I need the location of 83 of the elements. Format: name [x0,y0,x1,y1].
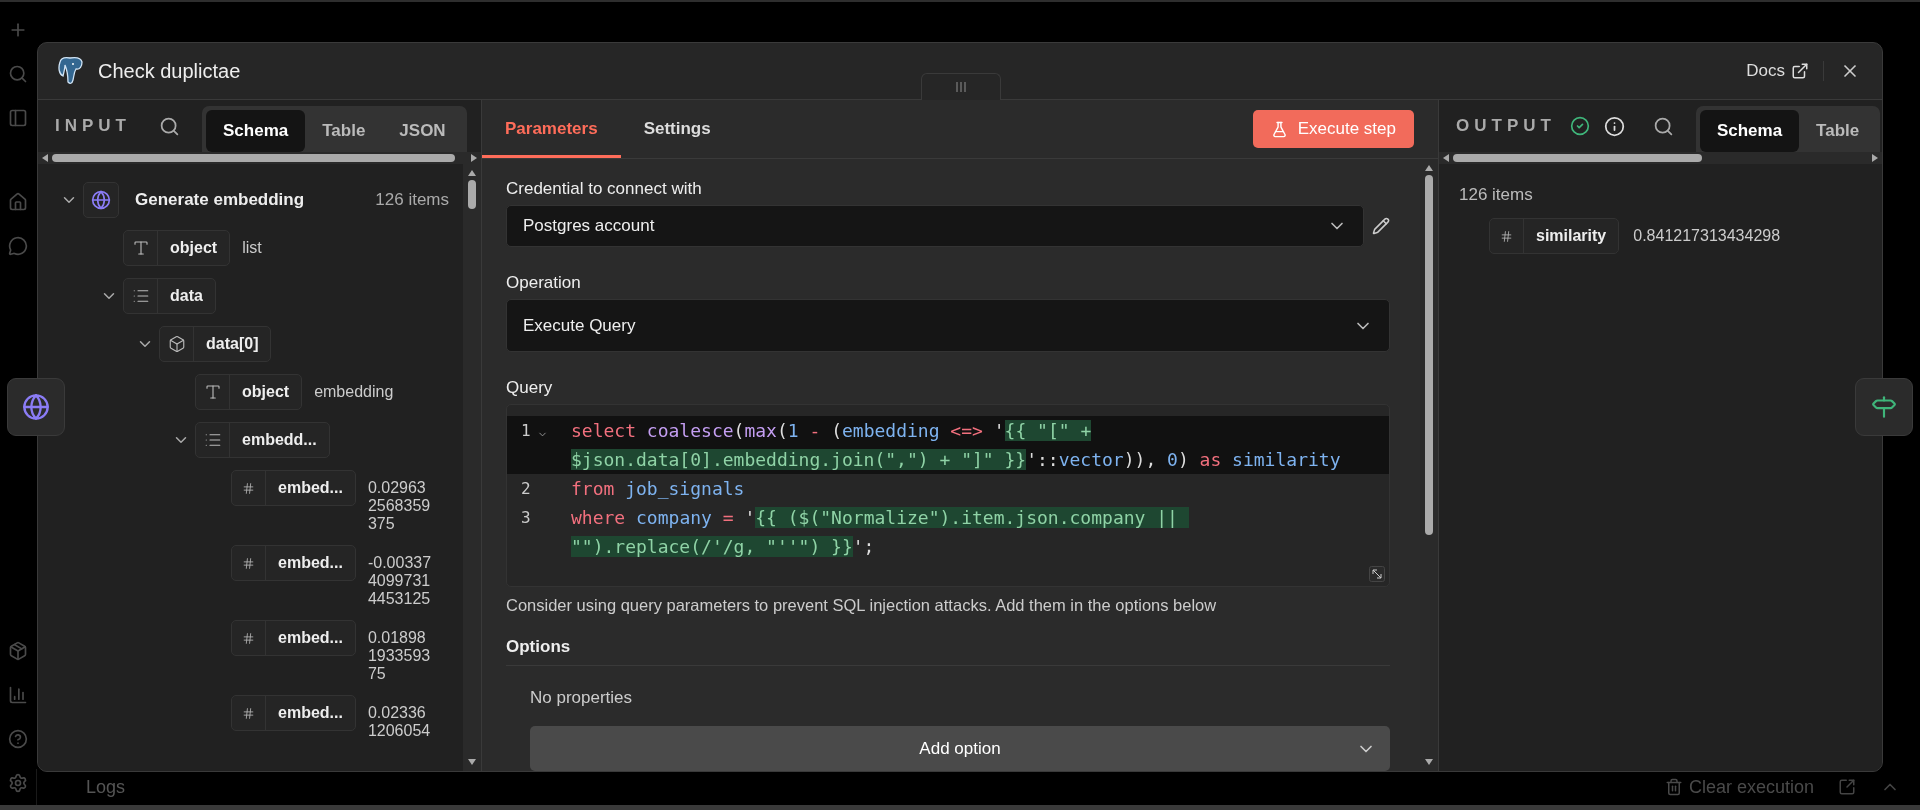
view-tab[interactable]: JSON [382,110,463,152]
logs-label: Logs [86,776,127,798]
line-number: 2 [521,478,531,500]
field-pill[interactable]: object [123,230,231,266]
line-number: 1 [521,420,531,442]
view-tab[interactable]: Schema [206,110,306,152]
item-count: 126 items [375,189,449,211]
field-label: Query [506,377,554,399]
hint-text: Consider using query parameters to prevent SQL injection attacks. Add them in the options below [506,595,1218,616]
list-icon [131,287,150,305]
settings-tab[interactable]: Settings [620,100,734,158]
field-pill[interactable]: data [123,278,216,314]
field-name: embed... [277,553,344,573]
field-name: data[0] [205,334,260,354]
field-name: embed... [277,478,344,498]
code-editor[interactable] [506,404,1390,587]
field-name: data [169,286,204,306]
docs-link[interactable]: Docs [1746,61,1824,81]
view-tab[interactable]: Table [1799,110,1877,152]
item-count: 126 items [1459,184,1534,206]
field-pill[interactable]: embedd... [195,422,330,458]
globe-icon [91,190,111,210]
edit-icon[interactable] [1372,217,1390,235]
field-value: 0.023361206054 [367,703,432,740]
panel-heading: OUTPUT [1456,116,1556,136]
field-pill[interactable]: embed... [231,695,356,731]
view-tab[interactable]: Table [305,110,383,152]
field-pill[interactable]: embed... [231,620,356,656]
field-name: embedd... [241,430,318,450]
external-link-icon [1791,62,1809,80]
hash-icon [1500,229,1513,243]
globe-icon [22,393,50,421]
info-icon[interactable] [1603,115,1625,137]
field-pill[interactable]: embed... [231,545,356,581]
settings-tab[interactable]: Parameters [482,100,621,158]
flask-icon [1270,120,1288,138]
field-name: similarity [1535,226,1608,246]
panel-heading: INPUT [55,116,131,136]
dialog-title: Check duplictae [98,59,242,83]
field-pill[interactable]: object [195,374,303,410]
field-label: Operation [506,272,582,294]
globe-node-button[interactable] [7,378,65,436]
field-value: -0.0033740997314453125 [367,553,432,608]
field-name: embed... [277,703,344,723]
field-pill[interactable]: embed... [231,470,356,506]
section-heading: Options [506,636,1390,666]
field-value: embedding [314,382,394,402]
field-value: 0.029632568359375 [367,478,432,533]
field-value: 0.01898193359375 [367,628,432,683]
hash-icon [242,481,255,495]
field-value: list [242,238,262,258]
line-number: 3 [521,507,531,529]
field-name: embed... [277,628,344,648]
signpost-icon [1871,394,1897,420]
add-option-button[interactable]: Add option [530,726,1390,771]
field-name: object [241,382,291,402]
trash-icon [1664,778,1683,796]
grip-icon [955,81,967,93]
code-line: from job_signals [571,477,745,501]
field-name: object [169,238,219,258]
view-tab[interactable]: Schema [1699,110,1800,152]
hash-icon [242,631,255,645]
field-pill[interactable]: data[0] [159,326,272,362]
field-label: Credential to connect with [506,178,703,200]
field-pill[interactable]: similarity [1489,218,1620,254]
hash-icon [242,556,255,570]
resize-icon[interactable] [1369,566,1385,582]
cube-icon [167,335,186,353]
credential-select[interactable]: Postgres account [506,205,1364,247]
code-line: where company = '{{ ($("Normalize").item.json.company || "").replace(/'/g, "''") }}'; [571,503,1189,561]
list-icon [203,431,222,449]
elephant-icon [56,56,84,86]
text-type-icon [203,383,222,401]
operation-select[interactable]: Execute Query [506,299,1390,352]
drag-handle[interactable] [921,73,1001,100]
signpost-node-button[interactable] [1855,378,1913,436]
hash-icon [242,706,255,720]
node-name: Generate embedding [135,189,306,211]
field-value: 0.841217313434298 [1633,226,1781,246]
search-icon[interactable] [159,115,180,137]
empty-text: No properties [530,687,634,709]
text-type-icon [131,239,150,257]
search-icon[interactable] [1652,115,1674,137]
